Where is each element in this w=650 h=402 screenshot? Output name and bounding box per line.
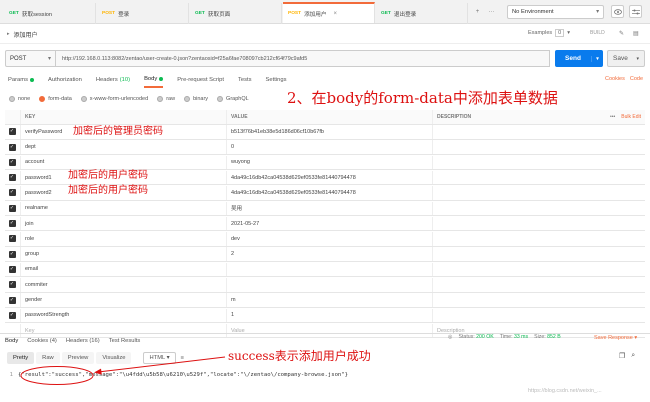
success-highlight-ellipse	[20, 366, 94, 385]
success-arrow-line	[97, 356, 226, 373]
annotation-success: success表示添加用户成功	[228, 349, 371, 363]
annotation-arrows	[20, 356, 226, 385]
success-arrow-head	[94, 368, 102, 375]
watermark: https://blog.csdn.net/weixin_...	[528, 388, 602, 394]
